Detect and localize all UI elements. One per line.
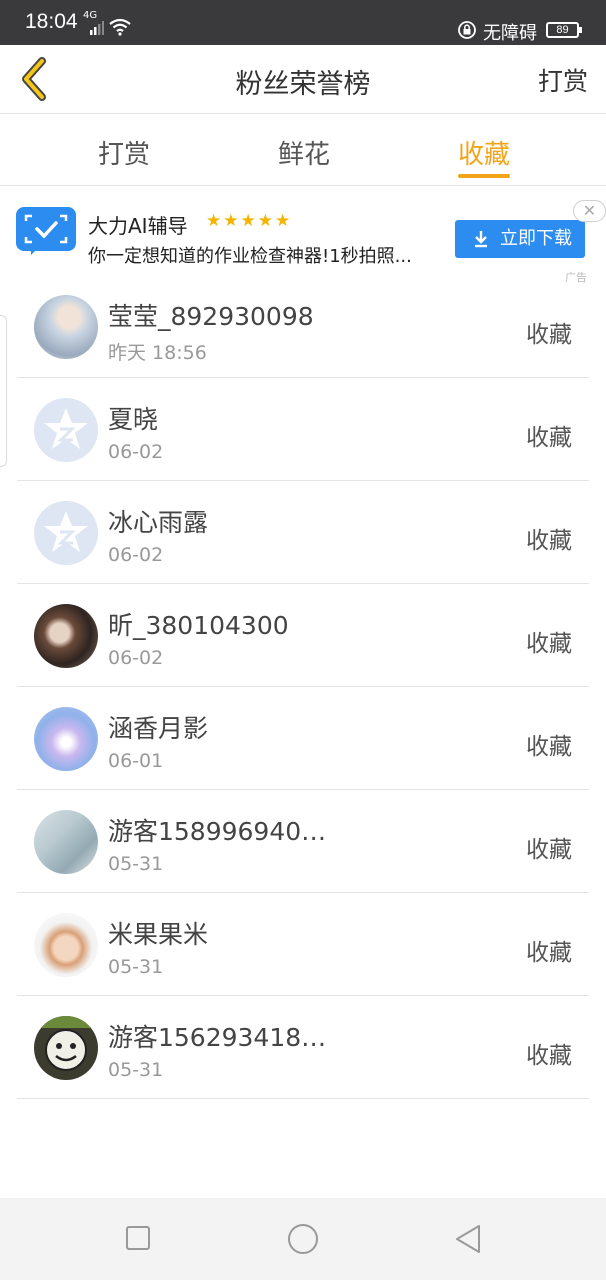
- list-item[interactable]: 冰心雨露 06-02 收藏: [0, 481, 606, 584]
- signal-icon: [90, 21, 104, 35]
- ad-download-button[interactable]: 立即下载: [455, 220, 585, 258]
- tab-favorites[interactable]: 收藏: [458, 134, 511, 178]
- action-label: 收藏: [526, 528, 572, 554]
- check-icon: [24, 214, 68, 244]
- favorite-date: 06-02: [108, 647, 164, 669]
- tab-active-indicator: [458, 174, 511, 178]
- action-label: 收藏: [526, 940, 572, 966]
- ad-banner[interactable]: 大力AI辅导 ★★★★★ 你一定想知道的作业检查神器!1秒拍照... 立即下载 …: [0, 187, 606, 284]
- wifi-icon: [109, 18, 131, 36]
- default-avatar-icon: [34, 398, 98, 462]
- avatar: [34, 913, 98, 977]
- network-type: 4G: [83, 10, 98, 21]
- action-label: 收藏: [526, 631, 572, 657]
- status-bar: 18:04 4G 无障碍 89: [0, 0, 606, 45]
- favorite-date: 05-31: [108, 956, 164, 978]
- ad-app-name: 大力AI辅导: [88, 214, 188, 238]
- lock-icon: [458, 21, 476, 39]
- avatar: [34, 707, 98, 771]
- user-name: 夏晓: [108, 405, 159, 434]
- user-name: 游客1589969403...: [108, 817, 338, 846]
- divider: [17, 1098, 589, 1099]
- user-name: 莹莹_892930098: [108, 302, 314, 331]
- system-nav-bar: [0, 1198, 606, 1280]
- user-name: 冰心雨露: [108, 508, 209, 537]
- reward-button[interactable]: 打赏: [538, 62, 588, 98]
- action-label: 收藏: [526, 322, 572, 348]
- avatar: [34, 810, 98, 874]
- ad-description: 你一定想知道的作业检查神器!1秒拍照...: [88, 246, 412, 267]
- list-item[interactable]: 昕_380104300 06-02 收藏: [0, 584, 606, 687]
- tab-label: 鲜花: [278, 140, 331, 170]
- list-item[interactable]: 涵香月影 06-01 收藏: [0, 687, 606, 790]
- avatar: [34, 604, 98, 668]
- user-name: 米果果米: [108, 920, 209, 949]
- list-item[interactable]: 莹莹_892930098 昨天 18:56 收藏: [0, 275, 606, 378]
- ad-rating-stars: ★★★★★: [206, 211, 293, 231]
- action-label: 收藏: [526, 1043, 572, 1069]
- avatar: [34, 1016, 98, 1080]
- favorite-date: 昨天 18:56: [108, 342, 207, 364]
- app-header: 粉丝荣誉榜 打赏: [0, 45, 606, 114]
- user-name: 涵香月影: [108, 714, 209, 743]
- default-avatar-icon: [34, 501, 98, 565]
- action-label: 收藏: [526, 425, 572, 451]
- favorite-date: 06-02: [108, 441, 164, 463]
- favorite-date: 05-31: [108, 853, 164, 875]
- tab-bar: 打赏 鲜花 收藏: [0, 114, 606, 186]
- list-item[interactable]: 游客1589969403... 05-31 收藏: [0, 790, 606, 893]
- page-title: 粉丝荣誉榜: [235, 69, 371, 100]
- battery-icon: 89: [546, 22, 582, 38]
- list-item[interactable]: 游客1562934185... 05-31 收藏: [0, 996, 606, 1099]
- back-icon[interactable]: [454, 1224, 482, 1254]
- ad-download-label: 立即下载: [500, 228, 572, 249]
- tab-label: 收藏: [458, 140, 511, 170]
- fan-list: 莹莹_892930098 昨天 18:56 收藏 夏晓 06-02 收藏 冰心雨…: [0, 275, 606, 1099]
- accessibility-label: 无障碍: [483, 23, 537, 44]
- ad-app-logo: [16, 207, 76, 251]
- ad-close-button[interactable]: ✕: [573, 200, 606, 222]
- tab-flowers[interactable]: 鲜花: [278, 134, 330, 171]
- user-name: 游客1562934185...: [108, 1023, 338, 1052]
- action-label: 收藏: [526, 734, 572, 760]
- favorite-date: 05-31: [108, 1059, 164, 1081]
- tab-label: 打赏: [98, 140, 151, 170]
- home-icon[interactable]: [287, 1224, 319, 1254]
- favorite-date: 06-01: [108, 750, 164, 772]
- user-name: 昕_380104300: [108, 611, 289, 640]
- recent-apps-icon[interactable]: [125, 1224, 151, 1252]
- list-item[interactable]: 米果果米 05-31 收藏: [0, 893, 606, 996]
- action-label: 收藏: [526, 837, 572, 863]
- status-time: 18:04: [25, 10, 78, 33]
- avatar: [34, 295, 98, 359]
- tab-reward[interactable]: 打赏: [98, 134, 150, 171]
- download-icon: [475, 231, 487, 248]
- list-item[interactable]: 夏晓 06-02 收藏: [0, 378, 606, 481]
- favorite-date: 06-02: [108, 544, 164, 566]
